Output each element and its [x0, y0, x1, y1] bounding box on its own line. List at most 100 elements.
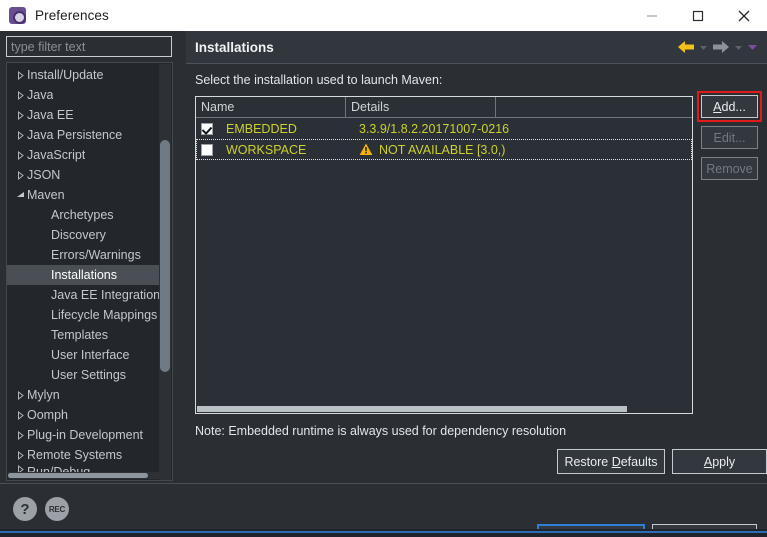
panel-header: Installations — [186, 31, 767, 63]
sidebar-horizontal-scroll-thumb[interactable] — [8, 473, 148, 478]
tree-collapsed-arrow-icon[interactable] — [13, 390, 27, 400]
record-icon[interactable]: REC — [45, 497, 69, 521]
tree-collapsed-arrow-icon[interactable] — [13, 410, 27, 420]
apply-button[interactable]: Apply — [672, 449, 767, 474]
installations-table[interactable]: Name Details EMBEDDED 3.3.9/1.8.2.2017100… — [195, 96, 693, 414]
sidebar-item-label: Java Persistence — [27, 128, 123, 142]
table-cell-details: NOT AVAILABLE [3.0,) — [359, 143, 505, 157]
help-question-icon[interactable]: ? — [13, 497, 37, 521]
sidebar-item-label: Discovery — [51, 228, 106, 242]
panel-nav-toolbar — [676, 35, 759, 59]
note-label: Note: Embedded runtime is always used fo… — [195, 424, 567, 438]
sidebar-horizontal-scrollbar[interactable] — [8, 472, 160, 479]
sidebar-item-label: Install/Update — [27, 68, 104, 82]
preferences-gear-icon — [9, 7, 26, 24]
table-row[interactable]: WORKSPACE NOT AVAILABLE [3.0,) — [196, 139, 692, 160]
sidebar-item-label: User Settings — [51, 368, 127, 382]
table-horizontal-scroll-thumb[interactable] — [197, 406, 627, 412]
sidebar-item-label: Maven — [27, 188, 65, 202]
close-button[interactable] — [721, 0, 767, 31]
sidebar-item-errors-warnings[interactable]: Errors/Warnings — [7, 245, 160, 265]
sidebar-item-maven[interactable]: Maven — [7, 185, 160, 205]
edit-button-label: Edit... — [713, 130, 746, 145]
sidebar-item-label: Mylyn — [27, 388, 60, 402]
checkbox-checked[interactable] — [201, 122, 213, 135]
sidebar-item-mylyn[interactable]: Mylyn — [7, 385, 160, 405]
sidebar-item-java[interactable]: Java — [7, 85, 160, 105]
sidebar-item-java-ee-integration[interactable]: Java EE Integration — [7, 285, 160, 305]
remove-button-label: Remove — [706, 161, 753, 176]
sidebar-item-label: Installations — [51, 268, 118, 282]
sidebar-item-user-settings[interactable]: User Settings — [7, 365, 160, 385]
table-cell-name: WORKSPACE — [226, 142, 307, 157]
sidebar-item-label: Java EE — [27, 108, 74, 122]
preferences-sidebar: Install/Update Java Java EE Java Persistenc… — [0, 31, 180, 483]
warning-triangle-icon — [359, 143, 373, 156]
window-title: Preferences — [35, 8, 109, 23]
sidebar-item-label: Archetypes — [51, 208, 114, 222]
table-header-row: Name Details — [196, 97, 692, 118]
forward-arrow-icon[interactable] — [711, 35, 731, 59]
maximize-button[interactable] — [675, 0, 721, 31]
tree-collapsed-arrow-icon[interactable] — [13, 170, 27, 180]
sidebar-item-oomph[interactable]: Oomph — [7, 405, 160, 425]
sidebar-item-java-persistence[interactable]: Java Persistence — [7, 125, 160, 145]
minimize-button[interactable] — [629, 0, 675, 31]
forward-dropdown-chevron-down-icon[interactable] — [733, 35, 744, 59]
sidebar-item-install-update[interactable]: Install/Update — [7, 65, 160, 85]
back-arrow-icon[interactable] — [676, 35, 696, 59]
table-horizontal-scrollbar[interactable] — [197, 406, 691, 412]
tree-collapsed-arrow-icon[interactable] — [13, 430, 27, 440]
column-header-spacer — [496, 97, 692, 117]
sidebar-item-plug-in-development[interactable]: Plug-in Development — [7, 425, 160, 445]
sidebar-vertical-scroll-thumb[interactable] — [160, 140, 170, 372]
view-menu-icon[interactable] — [746, 35, 759, 59]
sidebar-item-lifecycle-mappings[interactable]: Lifecycle Mappings — [7, 305, 160, 325]
record-icon-label: REC — [48, 504, 66, 514]
remove-button: Remove — [701, 157, 758, 180]
add-button[interactable]: Add... — [701, 95, 758, 118]
window-title-bar: Preferences — [0, 0, 767, 31]
tree-collapsed-arrow-icon[interactable] — [13, 450, 27, 460]
column-header-details[interactable]: Details — [346, 97, 496, 117]
page-title: Installations — [195, 39, 274, 55]
restore-defaults-label: Restore Defaults — [564, 454, 658, 469]
installations-panel: Installations Select the installation us… — [186, 31, 767, 483]
sidebar-item-label: Lifecycle Mappings — [51, 308, 158, 322]
preferences-tree[interactable]: Install/Update Java Java EE Java Persistenc… — [6, 62, 173, 481]
apply-label: Apply — [703, 454, 736, 469]
filter-field-wrapper — [6, 36, 172, 57]
checkbox-unchecked[interactable] — [201, 143, 213, 156]
tree-collapsed-arrow-icon[interactable] — [13, 150, 27, 160]
preferences-dialog-body: Install/Update Java Java EE Java Persistenc… — [0, 31, 767, 537]
sidebar-item-label: Errors/Warnings — [51, 248, 141, 262]
window-controls — [629, 0, 767, 31]
sidebar-item-remote-systems[interactable]: Remote Systems — [7, 445, 160, 465]
sidebar-item-label: Remote Systems — [27, 448, 123, 462]
column-header-name[interactable]: Name — [196, 97, 346, 117]
sidebar-item-templates[interactable]: Templates — [7, 325, 160, 345]
restore-defaults-button[interactable]: Restore Defaults — [557, 449, 665, 474]
tree-collapsed-arrow-icon[interactable] — [13, 90, 27, 100]
sidebar-item-installations[interactable]: Installations — [7, 265, 160, 285]
sidebar-item-label: JSON — [27, 168, 61, 182]
table-cell-details-text: NOT AVAILABLE [3.0,) — [379, 142, 506, 157]
sidebar-item-user-interface[interactable]: User Interface — [7, 345, 160, 365]
tree-collapsed-arrow-icon[interactable] — [13, 70, 27, 80]
sidebar-item-java-ee[interactable]: Java EE — [7, 105, 160, 125]
back-dropdown-chevron-down-icon[interactable] — [698, 35, 709, 59]
tree-expanded-arrow-icon[interactable] — [13, 191, 27, 200]
sidebar-item-discovery[interactable]: Discovery — [7, 225, 160, 245]
tree-collapsed-arrow-icon[interactable] — [13, 130, 27, 140]
background-window-accent-line — [0, 531, 767, 533]
sidebar-item-label: Java EE Integration — [51, 288, 160, 302]
search-input[interactable] — [6, 36, 172, 57]
tree-collapsed-arrow-icon[interactable] — [13, 110, 27, 120]
sidebar-item-javascript[interactable]: JavaScript — [7, 145, 160, 165]
table-row[interactable]: EMBEDDED 3.3.9/1.8.2.20171007-0216 — [196, 118, 692, 139]
sidebar-item-label: Java — [27, 88, 54, 102]
sidebar-item-archetypes[interactable]: Archetypes — [7, 205, 160, 225]
sidebar-item-json[interactable]: JSON — [7, 165, 160, 185]
sidebar-vertical-scrollbar[interactable] — [159, 64, 171, 480]
table-cell-details: 3.3.9/1.8.2.20171007-0216 — [359, 122, 509, 136]
